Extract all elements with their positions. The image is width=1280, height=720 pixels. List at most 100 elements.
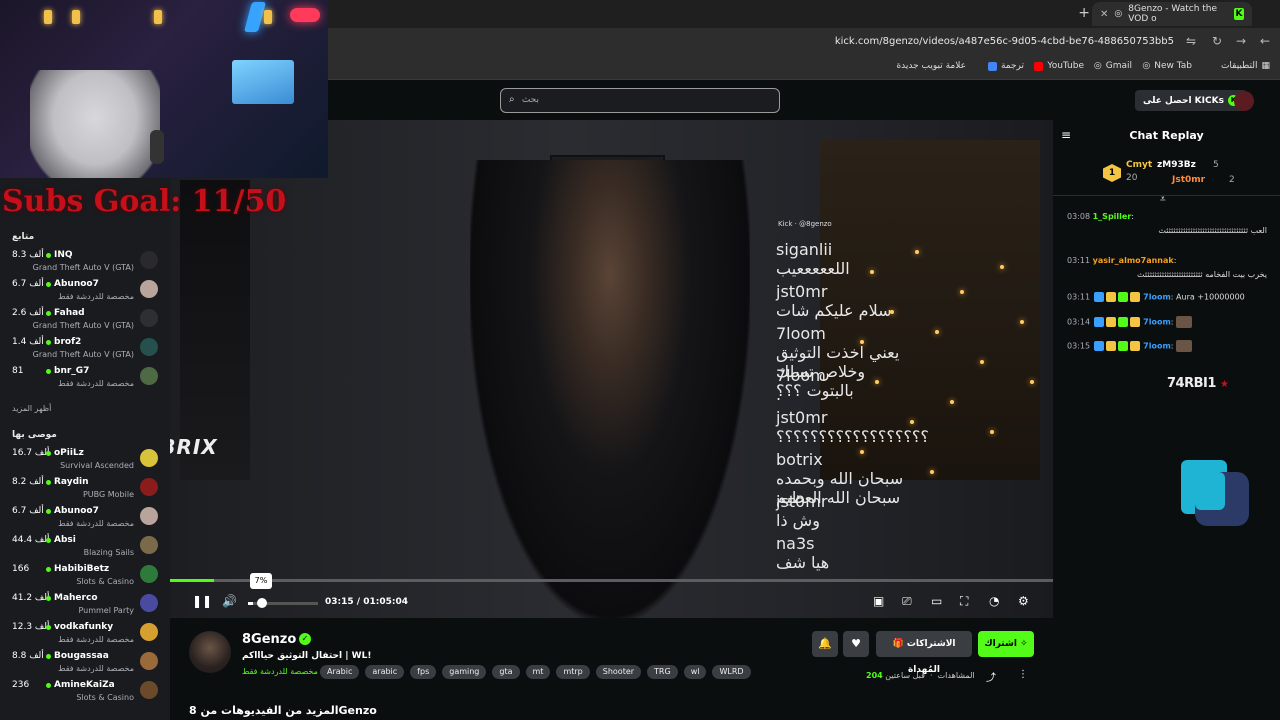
streamer-figure <box>30 70 160 178</box>
tag-chip[interactable]: WLRD <box>712 665 751 679</box>
sidebar-item[interactable]: 6.7 ألف Abunoo7 مخصصة للدردشة فقط <box>0 504 170 533</box>
site-settings-icon[interactable]: ⇋ <box>1186 34 1196 48</box>
tag-chip[interactable]: Arabic <box>320 665 360 679</box>
volume-knob[interactable] <box>257 598 267 608</box>
leader-name[interactable]: zM93Bz <box>1157 160 1196 170</box>
bookmark-apps[interactable]: التطبيقات ▦ <box>1221 61 1270 71</box>
fullscreen-icon[interactable]: ⛶ <box>960 594 968 609</box>
subscribe-button[interactable]: اشتراك ✧ <box>978 631 1034 657</box>
volume-icon[interactable]: 🔊 <box>222 594 237 608</box>
sidebar-item[interactable]: 1.4 ألف brof2 Grand Theft Auto V (GTA) <box>0 335 170 364</box>
video-chat-message: jst0mr وش ذا <box>776 492 906 530</box>
back-icon[interactable]: ← <box>1260 34 1270 48</box>
chat-username[interactable]: yasir_almo7annak <box>1093 256 1174 265</box>
close-tab-icon[interactable]: ✕ <box>1100 9 1108 20</box>
video-chat-text: سلام عليكم شات <box>776 301 892 320</box>
tag-chip[interactable]: mt <box>525 665 551 679</box>
bookmark-youtube[interactable]: YouTube <box>1034 61 1084 71</box>
follow-heart-icon[interactable]: ♥ <box>843 631 869 657</box>
chat-text: Aura +10000000 <box>1176 292 1245 302</box>
pause-icon[interactable]: ❚❚ <box>192 594 212 608</box>
emote-icon <box>1176 316 1193 328</box>
tag-chip[interactable]: gaming <box>442 665 487 679</box>
channel-avatar[interactable] <box>189 631 231 673</box>
miniplayer-icon[interactable]: ▣ <box>873 594 884 608</box>
video-progress-bar[interactable] <box>170 579 1053 582</box>
sidebar-item-category: مخصصة للدردشة فقط <box>58 379 134 388</box>
show-more-link[interactable]: أظهر المزيد <box>12 404 51 413</box>
sidebar-item[interactable]: 8.2 ألف Raydin PUBG Mobile <box>0 475 170 504</box>
sidebar-item[interactable]: 12.3 ألف vodkafunky مخصصة للدردشة فقط <box>0 620 170 649</box>
tag-chip[interactable]: wl <box>683 665 707 679</box>
apps-grid-icon: ▦ <box>1261 61 1270 71</box>
following-heading: متابع <box>12 232 35 242</box>
live-dot-icon <box>46 509 51 514</box>
chat-badge-icon <box>1093 341 1104 351</box>
sidebar-item[interactable]: 41.2 ألف Maherco Pummel Party <box>0 591 170 620</box>
tag-chip[interactable]: fps <box>410 665 437 679</box>
chat-timestamp: 03:15 <box>1067 341 1091 351</box>
fairy-light <box>1000 265 1004 269</box>
tag-chip[interactable]: arabic <box>365 665 405 679</box>
viewer-count: 2.6 ألف <box>12 308 44 318</box>
chat-username[interactable]: 7loom <box>1143 342 1171 351</box>
chat-badge-icon <box>1093 292 1104 302</box>
video-player[interactable]: Kick · @8genzo LABRIX siganliiاللعععععيب… <box>170 120 1053 618</box>
theater-mode-icon[interactable]: ▭ <box>931 594 942 608</box>
emote-icon <box>1176 340 1193 352</box>
lantern-icon <box>72 10 80 24</box>
fairy-light <box>1030 380 1034 384</box>
playback-speed-icon[interactable]: ◔ <box>989 594 999 608</box>
expand-leaderboard-icon[interactable]: ⩡ <box>1160 194 1166 205</box>
sidebar-item[interactable]: 2.6 ألف Fahad Grand Theft Auto V (GTA) <box>0 306 170 335</box>
sidebar-item[interactable]: 81 bnr_G7 مخصصة للدردشة فقط <box>0 364 170 393</box>
avatar[interactable] <box>1234 91 1254 111</box>
browser-tab[interactable]: ✕ ◎ 8Genzo - Watch the VOD o K <box>1092 2 1252 26</box>
sidebar-item[interactable]: 166 HabibiBetz Slots & Casino <box>0 562 170 591</box>
tag-chip[interactable]: gta <box>492 665 520 679</box>
sidebar-item[interactable]: 16.7 ألف oPiiLz Survival Ascended <box>0 446 170 475</box>
get-kicks-button[interactable]: احصل على KICKs K <box>1135 90 1247 111</box>
sidebar-item[interactable]: 8.3 ألف INQ Grand Theft Auto V (GTA) <box>0 248 170 277</box>
sidebar-item[interactable]: 44.4 ألف Absi Blazing Sails <box>0 533 170 562</box>
bookmark-translate[interactable]: ترجمة <box>987 61 1024 71</box>
stream-category[interactable]: مخصصة للدردشة فقط <box>242 667 318 676</box>
video-chat-user: jst0mr <box>776 408 828 427</box>
channel-name[interactable]: 8Genzo <box>242 632 296 647</box>
settings-gear-icon[interactable]: ⚙ <box>1018 594 1029 608</box>
sidebar-item[interactable]: 6.7 ألف Abunoo7 مخصصة للدردشة فقط <box>0 277 170 306</box>
video-chat-user: jst0mr <box>776 492 828 511</box>
chat-username[interactable]: 1_Spiller <box>1093 212 1132 221</box>
sidebar-item-name: brof2 <box>54 337 82 347</box>
chat-panel: ≡ Chat Replay zM93Bz 5 Jst0mr 2 Cmyt 20 … <box>1053 120 1280 720</box>
tag-chip[interactable]: TRG <box>647 665 678 679</box>
sidebar-item-category: Grand Theft Auto V (GTA) <box>32 350 134 359</box>
reload-icon[interactable]: ↻ <box>1212 34 1222 48</box>
leader-name[interactable]: Cmyt <box>1126 160 1152 170</box>
leader-name[interactable]: Jst0mr <box>1172 175 1205 185</box>
share-icon[interactable]: ⤴ <box>986 669 996 684</box>
tag-chip[interactable]: Shooter <box>595 665 642 679</box>
player-controls: ❚❚ 🔊 03:15 / 01:05:04 ▣ ⎚ ▭ ⛶ ◔ ⚙ <box>170 590 1053 616</box>
gift-subs-label: الاشتراكات المُهداة <box>906 639 956 675</box>
sidebar-item[interactable]: 8.8 ألف Bougassaa مخصصة للدردشة فقط <box>0 649 170 678</box>
tag-chip[interactable]: mtrp <box>556 665 590 679</box>
url-field[interactable]: kick.com/8genzo/videos/a487e56c-9d05-4cb… <box>835 36 1174 47</box>
forward-icon[interactable]: → <box>1236 34 1246 48</box>
bookmark-newtab-ar[interactable]: علامة تبويب جديدة <box>896 61 966 71</box>
chat-username[interactable]: 7loom <box>1143 293 1171 302</box>
clip-icon[interactable]: ⎚ <box>902 594 912 609</box>
kick-favicon-icon: K <box>1234 8 1244 20</box>
notification-bell-icon[interactable]: 🔔 <box>812 631 838 657</box>
more-options-icon[interactable]: ⋮ <box>1018 669 1028 680</box>
avatar <box>140 594 158 612</box>
bookmark-gmail[interactable]: ◎ Gmail <box>1094 61 1132 71</box>
new-tab-icon[interactable]: + <box>1078 5 1090 21</box>
gift-subs-button[interactable]: 🎁 الاشتراكات المُهداة <box>876 631 972 675</box>
bookmark-newtab[interactable]: ◎ New Tab <box>1142 61 1192 71</box>
search-input[interactable]: ⌕ بحث <box>500 88 780 113</box>
chat-username[interactable]: 7loom <box>1143 318 1171 327</box>
chat-message: 03:14 7loom: <box>1067 316 1267 328</box>
sidebar-item[interactable]: 236 AmineKaiZa Slots & Casino <box>0 678 170 707</box>
fairy-light <box>950 400 954 404</box>
